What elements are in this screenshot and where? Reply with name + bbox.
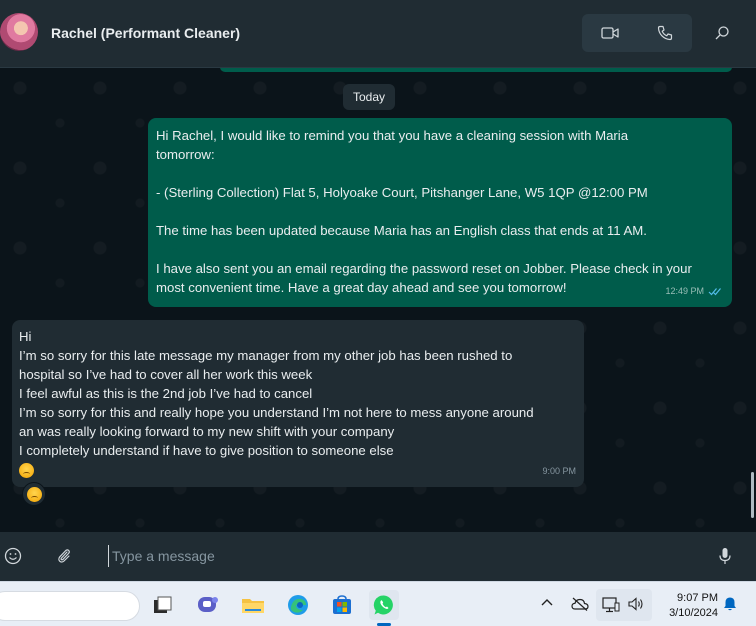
volume-button[interactable] [628,597,646,611]
outgoing-message-bubble[interactable]: Hi Rachel, I would like to remind you th… [148,118,732,307]
clock-date: 3/10/2024 [669,607,718,619]
message-line: The time has been updated because Maria … [156,223,647,238]
chat-scrollbar[interactable] [751,472,754,518]
message-line: I’m so sorry for this and really hope yo… [19,405,534,420]
folder-icon [242,599,264,613]
emoji-button[interactable] [1,544,25,568]
video-call-button[interactable] [582,14,637,52]
message-line: hospital so I’ve had to cover all her wo… [19,367,313,382]
taskbar-app-file-explorer[interactable] [148,590,178,620]
taskbar-app-teams[interactable] [193,590,223,620]
onedrive-status-button[interactable] [571,597,589,611]
message-time: 12:49 PM [665,286,704,296]
read-ticks-icon [708,288,721,296]
message-time: 9:00 PM [542,466,576,476]
phone-icon [657,25,672,41]
voice-message-button[interactable] [713,544,737,568]
taskbar-app-edge[interactable] [283,590,313,620]
message-line: Hi [19,329,32,344]
taskbar-clock[interactable]: 9:07 PM 3/10/2024 [654,591,718,621]
voice-call-button[interactable] [637,14,692,52]
video-camera-icon [600,27,619,39]
notifications-button[interactable] [722,596,738,612]
message-line: tomorrow: [156,147,215,162]
call-buttons-group [582,14,692,52]
paperclip-icon [58,549,70,563]
taskbar-search-box[interactable] [0,591,140,621]
chevron-up-icon [541,599,553,606]
message-reaction[interactable] [22,482,46,506]
network-button[interactable] [602,597,620,613]
message-line: I have also sent you an email regarding … [156,261,692,276]
store-icon [333,595,351,614]
taskbar-app-folder[interactable] [238,590,268,620]
taskbar-app-whatsapp[interactable] [369,590,399,620]
network-icon [602,597,620,613]
message-meta: 12:49 PM [665,282,722,301]
message-list[interactable]: Today Hi Rachel, I would like to remind … [0,68,756,532]
message-line: an was really looking forward to my new … [19,424,395,439]
previous-message-bubble[interactable] [220,68,732,72]
teams-icon [198,597,218,612]
chat-header: Rachel (Performant Cleaner) [0,0,756,68]
date-divider: Today [343,84,396,110]
clock-time: 9:07 PM [677,592,718,604]
bell-icon [724,597,736,611]
message-input[interactable] [108,545,698,567]
microphone-icon [719,548,731,564]
whatsapp-icon [373,595,393,615]
message-line: Hi Rachel, I would like to remind you th… [156,128,629,143]
avatar[interactable] [0,13,38,51]
disappointed-face-icon [19,463,34,479]
cloud-offline-icon [571,597,589,611]
taskbar-app-store[interactable] [327,590,357,620]
message-line: most convenient time. Have a great day a… [156,280,567,295]
show-hidden-icons-button[interactable] [541,597,553,607]
message-line: I completely understand if have to give … [19,443,394,458]
search-icon [715,26,729,40]
message-line: I feel awful as this is the 2nd job I’ve… [19,386,313,401]
message-composer [0,532,756,581]
edge-icon [288,595,308,615]
message-line: - (Sterling Collection) Flat 5, Holyoake… [156,185,648,200]
speaker-icon [628,597,643,611]
file-explorer-icon [154,596,172,613]
message-line: I’m so sorry for this late message my ma… [19,348,513,363]
disappointed-face-icon [26,486,42,502]
contact-name[interactable]: Rachel (Performant Cleaner) [51,25,240,41]
search-button[interactable] [704,14,740,52]
windows-taskbar: 9:07 PM 3/10/2024 [0,581,756,626]
incoming-message-bubble[interactable]: Hi I’m so sorry for this late message my… [12,320,584,487]
attach-button[interactable] [52,544,76,568]
smiley-icon [4,547,22,565]
